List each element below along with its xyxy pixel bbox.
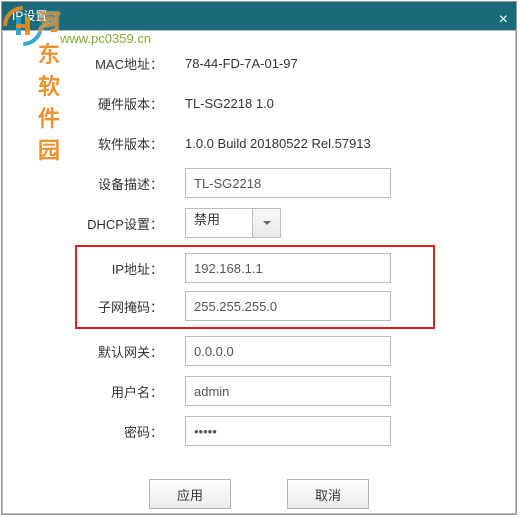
label-hardware-version: 硬件版本： (13, 94, 185, 113)
subnet-mask-input[interactable] (185, 291, 391, 321)
label-ip-address: IP地址： (77, 259, 185, 278)
row-mac: MAC地址： 78-44-FD-7A-01-97 (13, 43, 505, 83)
label-device-description: 设备描述： (13, 174, 185, 193)
dialog-window: IP设置 × MAC地址： 78-44-FD-7A-01-97 硬件版本： TL… (1, 1, 517, 515)
label-subnet-mask: 子网掩码： (77, 297, 185, 316)
apply-button[interactable]: 应用 (149, 479, 231, 509)
label-dhcp: DHCP设置： (13, 214, 185, 233)
chevron-down-icon (262, 218, 272, 228)
default-gateway-input[interactable] (185, 336, 391, 366)
device-description-input[interactable] (185, 168, 391, 198)
dhcp-select-value[interactable]: 禁用 (185, 208, 253, 238)
row-hardware-version: 硬件版本： TL-SG2218 1.0 (13, 83, 505, 123)
dhcp-select[interactable]: 禁用 (185, 208, 281, 238)
row-password: 密码： (13, 411, 505, 451)
row-software-version: 软件版本： 1.0.0 Build 20180522 Rel.57913 (13, 123, 505, 163)
value-mac: 78-44-FD-7A-01-97 (185, 56, 298, 71)
row-device-description: 设备描述： (13, 163, 505, 203)
ip-address-input[interactable] (185, 253, 391, 283)
value-hardware-version: TL-SG2218 1.0 (185, 96, 274, 111)
dialog-body: MAC地址： 78-44-FD-7A-01-97 硬件版本： TL-SG2218… (2, 30, 516, 514)
ip-highlight-box: IP地址： 子网掩码： (75, 245, 435, 329)
settings-form: MAC地址： 78-44-FD-7A-01-97 硬件版本： TL-SG2218… (13, 43, 505, 509)
username-input[interactable] (185, 376, 391, 406)
cancel-button[interactable]: 取消 (287, 479, 369, 509)
label-software-version: 软件版本： (13, 134, 185, 153)
label-default-gateway: 默认网关： (13, 342, 185, 361)
window-title: IP设置 (12, 9, 47, 23)
row-subnet-mask: 子网掩码： (77, 287, 433, 325)
label-password: 密码： (13, 422, 185, 441)
row-ip-address: IP地址： (77, 249, 433, 287)
label-mac: MAC地址： (13, 54, 185, 73)
dhcp-dropdown-button[interactable] (253, 208, 281, 238)
titlebar: IP设置 × (2, 2, 516, 30)
row-default-gateway: 默认网关： (13, 331, 505, 371)
row-dhcp: DHCP设置： 禁用 (13, 203, 505, 243)
close-icon[interactable]: × (499, 6, 508, 34)
password-input[interactable] (185, 416, 391, 446)
row-username: 用户名： (13, 371, 505, 411)
button-bar: 应用 取消 (13, 479, 505, 509)
value-software-version: 1.0.0 Build 20180522 Rel.57913 (185, 136, 371, 151)
label-username: 用户名： (13, 382, 185, 401)
